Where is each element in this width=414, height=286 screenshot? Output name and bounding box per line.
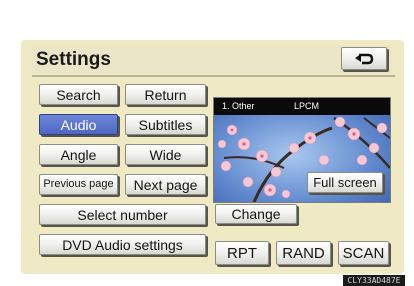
return-button[interactable]: Return [125, 84, 206, 105]
change-button[interactable]: Change [215, 204, 297, 224]
dvd-audio-settings-button[interactable]: DVD Audio settings [39, 234, 206, 255]
wide-button[interactable]: Wide [125, 144, 206, 165]
page-title: Settings [36, 49, 111, 70]
title-divider [32, 75, 395, 77]
angle-button[interactable]: Angle [39, 144, 118, 165]
search-button[interactable]: Search [39, 84, 118, 105]
full-screen-button[interactable]: Full screen [307, 172, 383, 193]
next-page-button[interactable]: Next page [125, 174, 206, 195]
audio-format-label: LPCM [294, 101, 320, 111]
track-label: 1. Other [222, 101, 255, 111]
audio-button[interactable]: Audio [39, 114, 118, 135]
scan-button[interactable]: SCAN [338, 241, 389, 265]
select-number-button[interactable]: Select number [39, 204, 206, 225]
back-button[interactable] [341, 47, 387, 70]
return-arrow-icon [355, 53, 374, 64]
previous-page-button[interactable]: Previous page [39, 174, 118, 195]
random-button[interactable]: RAND [276, 241, 331, 265]
catalog-code: CLY33AD487E [343, 275, 405, 286]
repeat-button[interactable]: RPT [215, 241, 269, 265]
subtitles-button[interactable]: Subtitles [125, 114, 206, 135]
